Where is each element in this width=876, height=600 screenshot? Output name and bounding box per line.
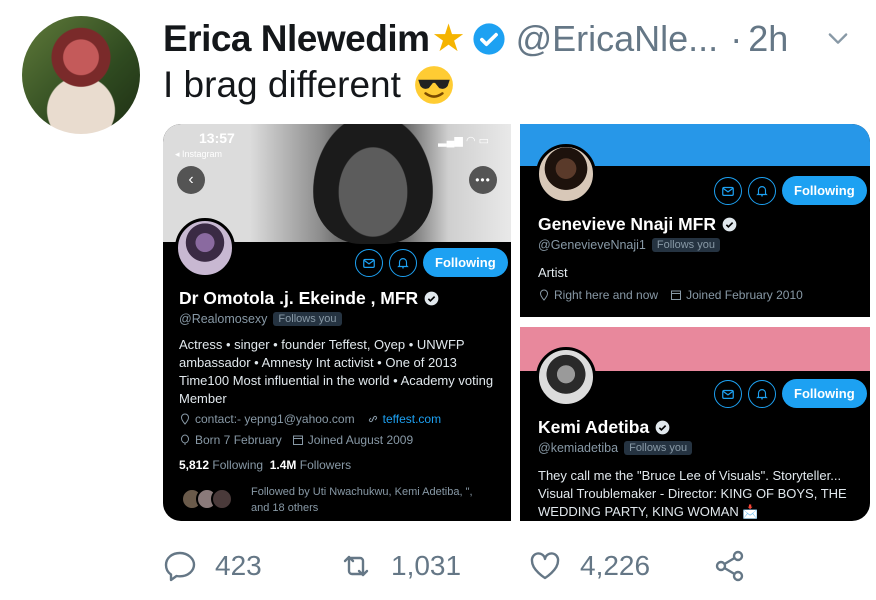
verified-badge-icon	[473, 23, 505, 55]
followers-count[interactable]: 1.4M	[270, 458, 297, 472]
profile-name: Kemi Adetiba	[538, 417, 670, 438]
profile-handle: @GenevieveNnaji1 Follows you	[538, 238, 720, 252]
message-icon[interactable]	[714, 379, 742, 408]
author-handle[interactable]: @EricaNle...	[516, 18, 719, 60]
profile-meta-row: Right here and now Joined February 2010	[538, 288, 803, 302]
verified-badge-icon	[722, 217, 737, 232]
profile-name: Genevieve Nnaji MFR	[538, 214, 737, 235]
joined-text: Joined February 2010	[686, 288, 803, 302]
like-action[interactable]: 4,226	[528, 549, 650, 583]
profile-actions: Following	[355, 248, 508, 277]
tweet-text: I brag different	[163, 64, 455, 106]
follows-you-badge: Follows you	[273, 312, 342, 326]
star-emoji-icon: ★	[431, 18, 466, 60]
back-arrow-icon[interactable]: ‹	[177, 166, 205, 194]
heart-icon[interactable]	[528, 549, 562, 583]
profile-avatar	[175, 218, 235, 278]
profile-bio: Artist	[538, 265, 568, 280]
location-pin-icon	[539, 289, 549, 301]
tweet-time[interactable]: 2h	[748, 18, 788, 60]
more-options-icon[interactable]: •••	[469, 166, 497, 194]
followers-you-know-avatars	[181, 488, 233, 510]
follows-you-badge: Follows you	[624, 441, 693, 455]
status-bar-app: ◂ Instagram	[175, 149, 223, 159]
reply-icon[interactable]	[163, 549, 197, 583]
profile-actions: Following	[714, 379, 867, 408]
reply-action[interactable]: 423	[163, 549, 262, 583]
media-image-right-top[interactable]: Following Genevieve Nnaji MFR @Genevieve…	[520, 124, 870, 317]
calendar-icon	[671, 290, 682, 300]
media-image-right-bottom[interactable]: Following Kemi Adetiba @kemiadetiba Foll…	[520, 327, 870, 521]
following-button[interactable]: Following	[782, 379, 867, 408]
tweet-text-content: I brag different	[163, 64, 401, 105]
message-icon[interactable]	[714, 176, 742, 205]
balloon-icon	[181, 434, 189, 445]
status-bar-icons: ▂▄▆ ◠ ▭	[438, 135, 489, 147]
media-image-left[interactable]: 13:57 ◂ Instagram ▂▄▆ ◠ ▭ ‹ ••• Followin…	[163, 124, 511, 521]
profile-handle: @Realomosexy Follows you	[179, 312, 342, 326]
profile-name: Dr Omotola .j. Ekeinde , MFR	[179, 288, 439, 309]
joined-text: Joined August 2009	[307, 433, 414, 447]
location-text: Right here and now	[554, 288, 659, 302]
verified-badge-icon	[424, 291, 439, 306]
followers-label: Followers	[299, 458, 352, 472]
profile-handle-text: @GenevieveNnaji1	[538, 238, 646, 252]
link-icon	[368, 415, 377, 423]
notification-bell-icon[interactable]	[748, 176, 776, 205]
profile-name-text: Kemi Adetiba	[538, 417, 650, 437]
profile-avatar	[536, 347, 596, 407]
location-pin-icon	[180, 413, 190, 425]
tweet-actions: 423 1,031 4,226	[163, 545, 763, 591]
following-count[interactable]: 5,812	[179, 458, 209, 472]
following-button[interactable]: Following	[423, 248, 508, 277]
profile-dates-row: Born 7 February Joined August 2009	[179, 433, 413, 447]
profile-bio: Actress • singer • founder Teffest, Oyep…	[179, 337, 494, 406]
separator-dot: ·	[730, 18, 743, 59]
profile-name-text: Dr Omotola .j. Ekeinde , MFR	[179, 288, 419, 308]
share-action[interactable]	[713, 549, 765, 583]
profile-contact-row: contact:- yepng1@yahoo.com teffest.com	[179, 412, 441, 426]
profile-handle-text: @kemiadetiba	[538, 441, 619, 455]
profile-actions: Following	[714, 176, 867, 205]
reply-count: 423	[215, 550, 262, 581]
status-bar-time: 13:57	[199, 130, 235, 146]
profile-name-text: Genevieve Nnaji MFR	[538, 214, 716, 234]
profile-handle-text: @Realomosexy	[179, 312, 268, 326]
message-icon[interactable]	[355, 248, 383, 277]
author-name[interactable]: Erica Nlewedim	[163, 18, 430, 60]
following-button[interactable]: Following	[782, 176, 867, 205]
tweet-header: Erica Nlewedim ★ @EricaNle... · 2h	[163, 14, 856, 64]
born-text: Born 7 February	[195, 433, 282, 447]
profile-avatar	[536, 144, 596, 204]
avatar	[211, 488, 233, 510]
like-count: 4,226	[580, 550, 651, 581]
calendar-icon	[292, 435, 303, 445]
follow-counts: 5,812 Following 1.4M Followers	[179, 458, 351, 472]
profile-handle: @kemiadetiba Follows you	[538, 441, 693, 455]
follows-you-badge: Follows you	[651, 238, 720, 252]
retweet-count: 1,031	[391, 550, 462, 581]
notification-bell-icon[interactable]	[389, 248, 417, 277]
profile-bio: They call me the "Bruce Lee of Visuals".…	[538, 468, 847, 519]
chevron-down-icon[interactable]	[824, 24, 852, 52]
author-avatar[interactable]	[22, 16, 140, 134]
retweet-icon[interactable]	[339, 549, 373, 583]
following-label: Following	[212, 458, 264, 472]
notification-bell-icon[interactable]	[748, 379, 776, 408]
website-link[interactable]: teffest.com	[383, 412, 441, 426]
followed-by-text[interactable]: Followed by Uti Nwachukwu, Kemi Adetiba,…	[251, 484, 491, 516]
retweet-action[interactable]: 1,031	[339, 549, 461, 583]
contact-text: contact:- yepng1@yahoo.com	[195, 412, 355, 426]
share-icon[interactable]	[713, 549, 747, 583]
verified-badge-icon	[655, 420, 670, 435]
sunglasses-emoji-icon	[415, 66, 453, 104]
